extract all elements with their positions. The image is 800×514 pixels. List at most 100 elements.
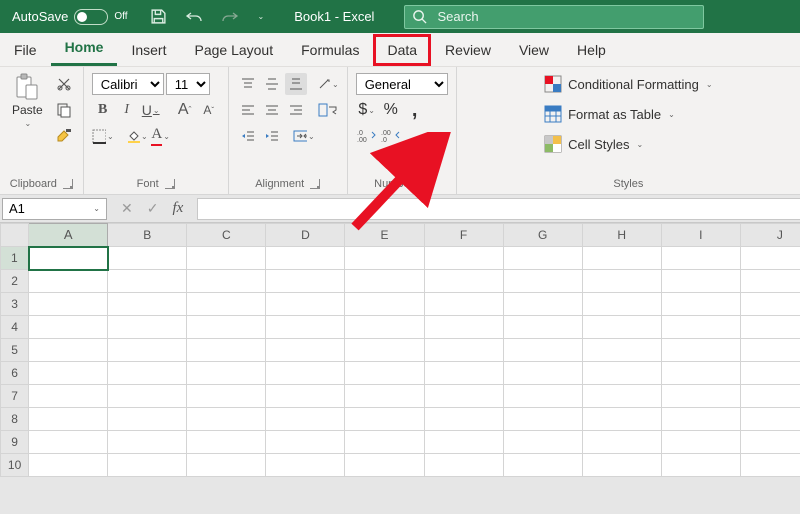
redo-icon[interactable] <box>221 10 239 24</box>
cell[interactable] <box>503 293 582 316</box>
increase-decimal-icon[interactable]: .0.00 <box>356 125 378 147</box>
align-top-icon[interactable] <box>237 73 259 95</box>
cell[interactable] <box>661 362 740 385</box>
cell[interactable] <box>187 362 266 385</box>
cell[interactable] <box>266 454 345 477</box>
cell[interactable] <box>582 270 661 293</box>
cell[interactable] <box>187 339 266 362</box>
decrease-decimal-icon[interactable]: .00.0 <box>380 125 402 147</box>
cell[interactable] <box>29 408 108 431</box>
align-right-icon[interactable] <box>285 99 307 121</box>
paste-button[interactable]: Paste ⌄ <box>8 73 47 130</box>
cell[interactable] <box>108 316 187 339</box>
cell[interactable] <box>187 293 266 316</box>
row-header[interactable]: 2 <box>1 270 29 293</box>
cell[interactable] <box>345 293 424 316</box>
font-name-select[interactable]: Calibri <box>92 73 164 95</box>
cell[interactable] <box>108 431 187 454</box>
cell[interactable] <box>740 454 800 477</box>
fill-color-button[interactable]: ⌄ <box>126 125 148 147</box>
cell[interactable] <box>187 270 266 293</box>
italic-button[interactable]: I <box>116 99 138 121</box>
format-painter-icon[interactable] <box>53 125 75 147</box>
cell[interactable] <box>661 247 740 270</box>
row-header[interactable]: 4 <box>1 316 29 339</box>
comma-format-icon[interactable]: , <box>404 99 426 121</box>
tab-file[interactable]: File <box>0 34 51 66</box>
align-center-icon[interactable] <box>261 99 283 121</box>
cell[interactable] <box>266 293 345 316</box>
tab-data[interactable]: Data <box>373 34 431 66</box>
tab-formulas[interactable]: Formulas <box>287 34 373 66</box>
cell[interactable] <box>29 362 108 385</box>
cell[interactable] <box>345 247 424 270</box>
name-box[interactable]: A1 ⌄ <box>2 198 107 220</box>
cell[interactable] <box>582 385 661 408</box>
tab-review[interactable]: Review <box>431 34 505 66</box>
dialog-launcher-icon[interactable] <box>165 179 175 189</box>
dialog-launcher-icon[interactable] <box>63 179 73 189</box>
row-header[interactable]: 1 <box>1 247 29 270</box>
cell-styles-button[interactable]: Cell Styles⌄ <box>540 133 717 155</box>
cell[interactable] <box>582 293 661 316</box>
row-header[interactable]: 8 <box>1 408 29 431</box>
col-header[interactable]: E <box>345 224 424 247</box>
conditional-formatting-button[interactable]: Conditional Formatting⌄ <box>540 73 717 95</box>
col-header[interactable]: A <box>29 224 108 247</box>
border-button[interactable]: ⌄ <box>92 125 114 147</box>
cell[interactable] <box>266 270 345 293</box>
cell[interactable] <box>345 362 424 385</box>
cell[interactable] <box>187 454 266 477</box>
cell[interactable] <box>29 454 108 477</box>
cell[interactable] <box>582 316 661 339</box>
cell[interactable] <box>661 316 740 339</box>
format-as-table-button[interactable]: Format as Table⌄ <box>540 103 717 125</box>
cell[interactable] <box>740 316 800 339</box>
copy-icon[interactable] <box>53 99 75 121</box>
cell[interactable] <box>661 270 740 293</box>
cell[interactable] <box>740 247 800 270</box>
cell[interactable] <box>108 385 187 408</box>
cell[interactable] <box>582 339 661 362</box>
save-icon[interactable] <box>150 8 167 25</box>
cell[interactable] <box>29 293 108 316</box>
cell[interactable] <box>740 339 800 362</box>
cell[interactable] <box>29 270 108 293</box>
cell[interactable] <box>266 247 345 270</box>
cell[interactable] <box>661 454 740 477</box>
cell[interactable] <box>661 385 740 408</box>
cell[interactable] <box>424 339 503 362</box>
decrease-font-button[interactable]: Aˇ <box>198 99 220 121</box>
cell[interactable] <box>424 316 503 339</box>
accounting-format-icon[interactable]: $⌄ <box>356 99 378 121</box>
cell[interactable] <box>345 270 424 293</box>
align-bottom-icon[interactable] <box>285 73 307 95</box>
enter-edit-icon[interactable]: ✓ <box>147 200 159 217</box>
cell[interactable] <box>503 316 582 339</box>
cell[interactable] <box>345 454 424 477</box>
decrease-indent-icon[interactable] <box>237 125 259 147</box>
cell[interactable] <box>424 408 503 431</box>
cell[interactable] <box>424 270 503 293</box>
dialog-launcher-icon[interactable] <box>419 179 429 189</box>
increase-font-button[interactable]: Aˆ <box>174 99 196 121</box>
percent-format-icon[interactable]: % <box>380 99 402 121</box>
underline-button[interactable]: U⌄ <box>140 99 162 121</box>
cell[interactable] <box>582 454 661 477</box>
number-format-select[interactable]: General <box>356 73 448 95</box>
cell[interactable] <box>345 408 424 431</box>
autosave-control[interactable]: AutoSave Off <box>0 9 140 25</box>
col-header[interactable]: H <box>582 224 661 247</box>
col-header[interactable]: F <box>424 224 503 247</box>
cell[interactable] <box>266 339 345 362</box>
cell[interactable] <box>661 408 740 431</box>
cell[interactable] <box>187 316 266 339</box>
orientation-icon[interactable]: ⌄ <box>317 73 339 95</box>
cell[interactable] <box>108 362 187 385</box>
cell[interactable] <box>108 339 187 362</box>
cell[interactable] <box>108 270 187 293</box>
cell[interactable] <box>582 408 661 431</box>
tab-insert[interactable]: Insert <box>117 34 180 66</box>
cell[interactable] <box>266 385 345 408</box>
cell[interactable] <box>503 385 582 408</box>
